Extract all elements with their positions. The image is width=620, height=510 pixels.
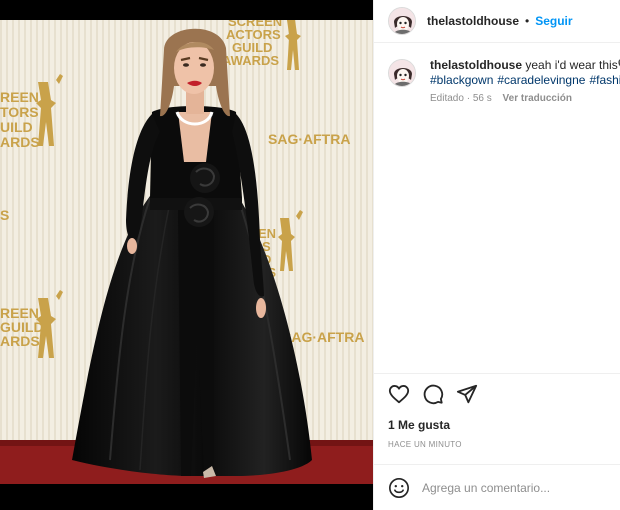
svg-text:TORS: TORS bbox=[0, 104, 39, 120]
post-photo[interactable]: SCREEN ACTORS GUILD AWARDS REEN TORS UIL… bbox=[0, 20, 373, 484]
post-header: thelastoldhouse • Seguir bbox=[374, 0, 620, 43]
author-username[interactable]: thelastoldhouse bbox=[427, 14, 519, 28]
separator-dot: • bbox=[525, 14, 530, 28]
caption-time: 56 s bbox=[472, 93, 492, 104]
heart-icon bbox=[388, 384, 410, 403]
post-media: SCREEN ACTORS GUILD AWARDS REEN TORS UIL… bbox=[0, 0, 373, 510]
likes-count[interactable]: 1 Me gusta bbox=[388, 418, 450, 432]
share-icon bbox=[456, 384, 478, 403]
avatar-face-icon bbox=[389, 60, 415, 86]
svg-text:SAG·AFTRA: SAG·AFTRA bbox=[282, 329, 364, 345]
svg-text:REEN: REEN bbox=[0, 89, 39, 105]
share-button[interactable] bbox=[456, 383, 478, 405]
svg-text:ARDS: ARDS bbox=[0, 134, 40, 150]
comment-icon bbox=[423, 384, 444, 404]
see-translation-link[interactable]: Ver traducción bbox=[503, 93, 572, 104]
photo-illustration: SCREEN ACTORS GUILD AWARDS REEN TORS UIL… bbox=[0, 20, 373, 484]
post-caption: thelastoldhouse yeah i'd wear this🖤 #bla… bbox=[388, 58, 620, 104]
caption-hashtags: #blackgown #caradelevingne #fashion bbox=[430, 73, 620, 88]
meta-dot: · bbox=[466, 93, 471, 104]
caption-username[interactable]: thelastoldhouse bbox=[430, 58, 522, 72]
caption-line: thelastoldhouse yeah i'd wear this🖤 bbox=[430, 58, 620, 73]
svg-text:S: S bbox=[0, 207, 9, 223]
comment-bar bbox=[374, 464, 620, 510]
svg-text:ARDS: ARDS bbox=[0, 333, 40, 349]
hashtag-link[interactable]: #caradelevingne bbox=[497, 73, 585, 87]
author-avatar[interactable] bbox=[388, 7, 416, 35]
like-button[interactable] bbox=[388, 383, 410, 405]
comment-input[interactable] bbox=[422, 480, 612, 495]
caption-avatar[interactable] bbox=[388, 59, 416, 87]
post-sidebar: thelastoldhouse • Seguir thelastoldhouse… bbox=[373, 0, 620, 510]
svg-text:SAG·AFTRA: SAG·AFTRA bbox=[268, 131, 350, 147]
caption-text: yeah i'd wear this🖤 bbox=[525, 58, 620, 72]
avatar-face-icon bbox=[389, 8, 415, 34]
svg-text:UILD: UILD bbox=[0, 119, 33, 135]
post-actions bbox=[374, 373, 620, 413]
follow-button[interactable]: Seguir bbox=[535, 14, 572, 28]
edited-label: Editado bbox=[430, 93, 464, 104]
emoji-button[interactable] bbox=[388, 477, 410, 499]
hashtag-link[interactable]: #blackgown bbox=[430, 73, 493, 87]
emoji-icon bbox=[389, 477, 409, 498]
post-timestamp: HACE UN MINUTO bbox=[388, 440, 462, 449]
comment-button[interactable] bbox=[422, 383, 444, 405]
svg-text:AWARDS: AWARDS bbox=[222, 53, 279, 68]
caption-meta: Editado · 56 s Ver traducción bbox=[430, 93, 620, 104]
hashtag-link[interactable]: #fashion bbox=[589, 73, 620, 87]
caption-body: thelastoldhouse yeah i'd wear this🖤 #bla… bbox=[430, 58, 620, 104]
